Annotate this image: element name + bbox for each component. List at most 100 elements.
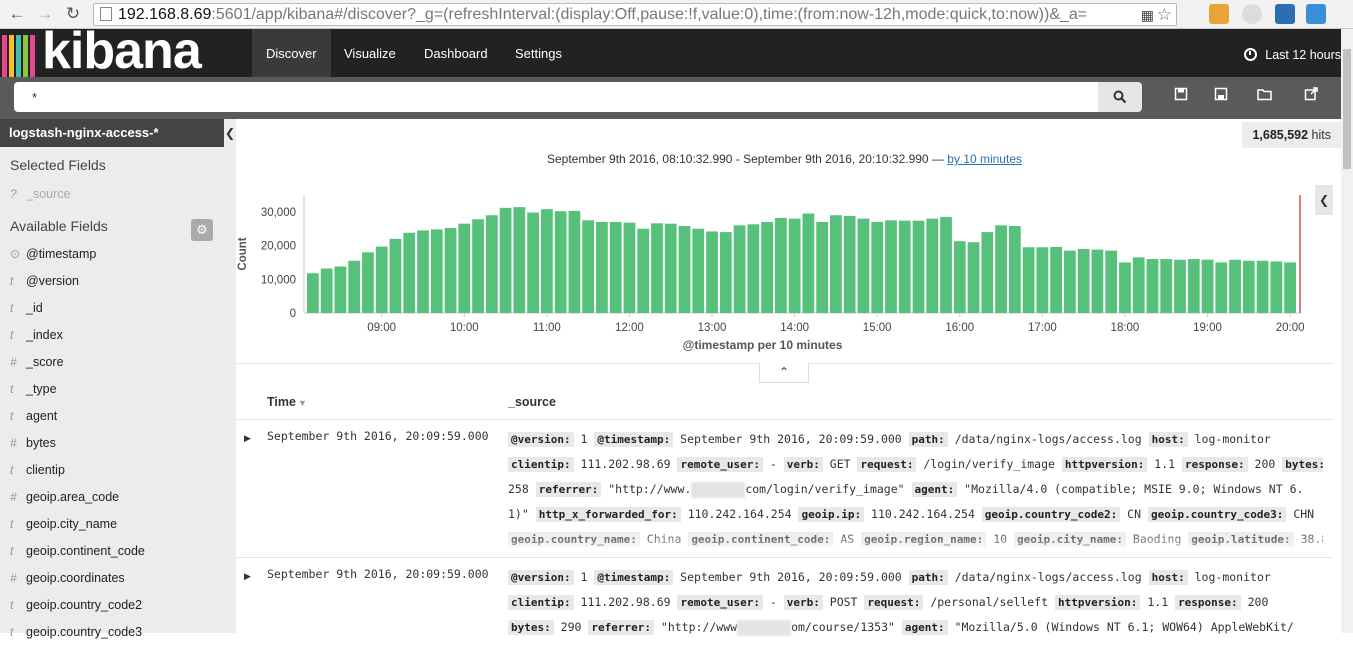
search-input[interactable]: *: [14, 82, 1098, 112]
x-tick-label: 19:00: [1193, 322, 1222, 334]
source-value: /data/nginx-logs/access.log: [947, 570, 1149, 584]
field-type-icon: #: [10, 436, 17, 450]
histogram-bar: [719, 232, 732, 313]
nav-settings[interactable]: Settings: [501, 29, 576, 77]
field-item-id[interactable]: t _id: [10, 301, 43, 321]
share-search-icon[interactable]: [1302, 87, 1320, 105]
open-search-icon[interactable]: [1256, 87, 1274, 105]
histogram-bar: [1174, 259, 1186, 313]
time-picker[interactable]: Last 12 hours: [1244, 29, 1341, 77]
field-item-timestamp[interactable]: ⊙ @timestamp: [10, 247, 96, 267]
clock-icon: [1244, 48, 1258, 61]
field-item-type[interactable]: t _type: [10, 382, 57, 402]
histogram-bar: [967, 242, 980, 313]
field-item-index[interactable]: t _index: [10, 328, 63, 348]
histogram-bar: [1201, 259, 1214, 313]
histogram-bar: [692, 228, 705, 313]
field-item-geoip-area-code[interactable]: # geoip.area_code: [10, 490, 119, 510]
field-settings-gear-icon[interactable]: ⚙: [191, 219, 213, 241]
histogram-bar: [389, 238, 402, 313]
source-value: 258: [508, 482, 536, 496]
time-range-text: September 9th 2016, 08:10:32.990 - Septe…: [236, 152, 1333, 166]
address-bar[interactable]: 192.168.8.69:5601/app/kibana#/discover?_…: [93, 3, 1177, 26]
field-item-agent[interactable]: t agent: [10, 409, 57, 429]
bookmark-star-icon[interactable]: ☆: [1157, 4, 1172, 25]
source-value: /login/verify_image: [916, 457, 1062, 471]
field-item-geoip-continent-code[interactable]: t geoip.continent_code: [10, 544, 145, 564]
truncation-fade: [508, 527, 1323, 557]
source-line: clientip: 111.202.98.69 remote_user: - v…: [508, 452, 1323, 477]
save-search-icon[interactable]: [1212, 87, 1230, 105]
field-item-geoip-country-code3[interactable]: t geoip.country_code3: [10, 625, 142, 645]
histogram-bar: [981, 232, 994, 313]
field-sidebar: logstash-nginx-access-* ❮ Selected Field…: [0, 119, 236, 639]
nav-dashboard[interactable]: Dashboard: [410, 29, 502, 77]
index-pattern-title[interactable]: logstash-nginx-access-*: [0, 119, 224, 147]
x-tick-label: 16:00: [945, 322, 974, 334]
scrollbar-thumb[interactable]: [1343, 49, 1351, 169]
field-item-score[interactable]: # _score: [10, 355, 64, 375]
translate-icon[interactable]: ▦: [1141, 5, 1154, 25]
source-key: path:: [908, 570, 948, 585]
expand-row-icon[interactable]: ▶: [244, 433, 251, 444]
time-column-header[interactable]: Time ▼: [267, 395, 307, 409]
search-button[interactable]: [1098, 82, 1142, 112]
source-value: "Mozilla/5.0 (Windows NT 6.1; WOW64) App…: [947, 620, 1294, 634]
kibana-logo[interactable]: kibana: [0, 22, 236, 80]
histogram-bar: [788, 218, 801, 313]
sort-caret-icon[interactable]: ▼: [298, 398, 307, 408]
field-item-geoip-city-name[interactable]: t geoip.city_name: [10, 517, 117, 537]
nav-discover[interactable]: Discover: [252, 29, 331, 77]
field-name: geoip.area_code: [26, 490, 120, 504]
y-tick-label: 20,000: [261, 241, 296, 253]
source-value: -: [762, 457, 784, 471]
hit-count-label: hits: [1308, 128, 1331, 142]
source-key: http_x_forwarded_for:: [535, 507, 681, 522]
field-type-icon: #: [10, 355, 17, 369]
page-scrollbar[interactable]: [1341, 29, 1353, 633]
new-search-icon[interactable]: [1172, 87, 1190, 105]
extension-s-icon[interactable]: [1275, 4, 1295, 24]
source-key: @timestamp:: [594, 432, 674, 447]
selected-field-item[interactable]: ? _source: [10, 187, 70, 207]
source-key: host:: [1148, 570, 1188, 585]
toggle-chart-button[interactable]: ⌃: [759, 363, 809, 383]
field-item-version[interactable]: t @version: [10, 274, 79, 294]
extension-star-icon[interactable]: [1306, 4, 1326, 24]
extension-home-icon[interactable]: [1209, 4, 1229, 24]
header-divider: [236, 419, 1333, 420]
search-icon: [1113, 90, 1127, 104]
field-name: bytes: [26, 436, 56, 450]
histogram-bar: [1132, 257, 1145, 313]
histogram-bar: [609, 221, 622, 313]
histogram-bar: [568, 210, 581, 313]
field-type-icon: t: [10, 382, 14, 396]
source-key: httpversion:: [1054, 595, 1141, 610]
page-icon: [100, 7, 112, 21]
field-item-geoip-country-code2[interactable]: t geoip.country_code2: [10, 598, 142, 618]
source-value: 1.1: [1140, 595, 1176, 609]
extension-shield-icon[interactable]: [1242, 4, 1262, 24]
source-value: /data/nginx-logs/access.log: [947, 432, 1149, 446]
collapse-sidebar-icon[interactable]: ❮: [224, 119, 236, 147]
histogram-bar: [678, 226, 691, 313]
histogram-bar: [430, 229, 443, 313]
source-key: geoip.country_code2:: [981, 507, 1121, 522]
nav-visualize[interactable]: Visualize: [330, 29, 410, 77]
field-item-bytes[interactable]: # bytes: [10, 436, 56, 456]
interval-link[interactable]: by 10 minutes: [947, 152, 1022, 166]
field-item-geoip-coordinates[interactable]: # geoip.coordinates: [10, 571, 125, 591]
histogram-bar: [540, 209, 553, 313]
field-item-clientip[interactable]: t clientip: [10, 463, 65, 483]
histogram-bar: [623, 222, 636, 313]
row-divider: [236, 557, 1333, 558]
expand-row-icon[interactable]: ▶: [244, 571, 251, 582]
x-tick-label: 10:00: [450, 322, 479, 334]
field-name: _index: [26, 328, 63, 342]
source-value: 1: [573, 432, 595, 446]
back-icon[interactable]: ←: [6, 4, 28, 24]
redacted-text: [737, 619, 792, 636]
histogram-bar: [1064, 250, 1076, 313]
available-fields-title: Available Fields: [10, 218, 108, 234]
histogram-bar: [1229, 259, 1241, 313]
